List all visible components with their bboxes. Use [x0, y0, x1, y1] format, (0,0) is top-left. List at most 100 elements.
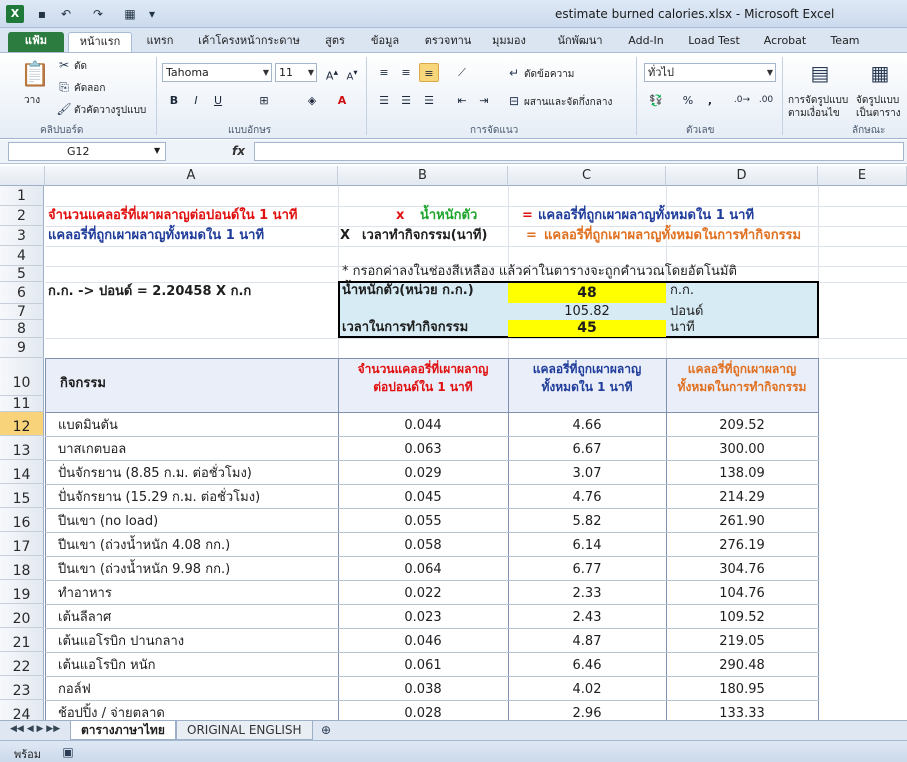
wrap-text-icon[interactable]: ↵ — [506, 65, 522, 81]
tab-home[interactable]: หน้าแรก — [68, 32, 132, 52]
cut-button[interactable]: ตัด — [74, 59, 87, 74]
increase-indent-icon[interactable]: ⇥ — [474, 91, 494, 110]
calories-per-lb[interactable]: 0.023 — [338, 606, 508, 630]
conditional-format-button-line2[interactable]: ตามเงื่อนไข — [788, 106, 840, 121]
activity-name[interactable]: ช้อปปิ้ง / จ่ายตลาด — [58, 702, 338, 720]
format-as-table-icon[interactable]: ▦ — [866, 59, 894, 87]
row-header[interactable]: 6 — [0, 282, 44, 304]
customize-qat-icon[interactable]: ▾ — [144, 6, 160, 22]
calories-per-lb[interactable]: 0.063 — [338, 438, 508, 462]
calories-per-minute[interactable]: 4.76 — [508, 486, 666, 510]
tab-formulas[interactable]: สูตร — [318, 32, 352, 52]
align-right-icon[interactable]: ☰ — [419, 91, 439, 110]
merge-center-icon[interactable]: ⊟ — [506, 93, 522, 109]
save-icon[interactable]: ▪ — [34, 6, 50, 22]
calories-per-lb[interactable]: 0.058 — [338, 534, 508, 558]
align-bottom-icon[interactable]: ≡ — [419, 63, 439, 82]
worksheet-grid[interactable]: A B C D E 1 2 3 4 5 6 7 8 9 10 11 12 13 … — [0, 164, 907, 720]
calories-per-minute[interactable]: 2.43 — [508, 606, 666, 630]
row-header[interactable]: 23 — [0, 676, 44, 700]
calories-total[interactable]: 109.52 — [666, 606, 818, 630]
row-header[interactable]: 9 — [0, 338, 44, 358]
tab-review[interactable]: ตรวจทาน — [420, 32, 476, 52]
row-header[interactable]: 10 — [0, 358, 44, 396]
calories-per-minute[interactable]: 6.46 — [508, 654, 666, 678]
font-name-box[interactable]: Tahoma ▼ — [162, 63, 272, 82]
underline-icon[interactable]: U — [208, 91, 228, 110]
activity-time-input[interactable]: 45 — [508, 320, 666, 337]
calories-per-lb[interactable]: 0.055 — [338, 510, 508, 534]
orientation-icon[interactable]: ⟋ — [452, 63, 472, 82]
calories-per-minute[interactable]: 4.66 — [508, 414, 666, 438]
calories-total[interactable]: 138.09 — [666, 462, 818, 486]
calories-total[interactable]: 304.76 — [666, 558, 818, 582]
calories-total[interactable]: 300.00 — [666, 438, 818, 462]
tab-add-in[interactable]: Add-In — [626, 32, 666, 52]
calories-per-minute[interactable]: 5.82 — [508, 510, 666, 534]
paste-label[interactable]: วาง — [24, 93, 40, 108]
row-header[interactable]: 5 — [0, 266, 44, 282]
activity-name[interactable]: ปีนเขา (no load) — [58, 510, 338, 534]
tab-team[interactable]: Team — [828, 32, 862, 52]
align-center-icon[interactable]: ☰ — [396, 91, 416, 110]
italic-icon[interactable]: I — [186, 91, 206, 110]
decrease-decimal-icon[interactable]: .00 — [756, 91, 776, 110]
font-color-icon[interactable]: A — [332, 91, 352, 110]
row-header[interactable]: 2 — [0, 206, 44, 226]
borders-icon[interactable]: ⊞ — [254, 91, 274, 110]
activity-name[interactable]: แบดมินตัน — [58, 414, 338, 438]
row-header[interactable]: 4 — [0, 246, 44, 266]
sheet-tab-original-english[interactable]: ORIGINAL ENGLISH — [176, 721, 313, 740]
sheet-tab-thai[interactable]: ตารางภาษาไทย — [70, 721, 176, 740]
tab-acrobat[interactable]: Acrobat — [762, 32, 808, 52]
insert-function-icon[interactable]: fx — [232, 144, 245, 158]
column-header-d[interactable]: D — [666, 166, 818, 186]
format-as-table-button-line2[interactable]: เป็นตาราง — [856, 106, 901, 121]
insert-sheet-icon[interactable]: ⊕ — [318, 722, 334, 738]
tab-data[interactable]: ข้อมูล — [364, 32, 406, 52]
column-header-c[interactable]: C — [508, 166, 666, 186]
activity-name[interactable]: บาสเกตบอล — [58, 438, 338, 462]
sheet-nav-icon[interactable]: ◀◀ ◀ ▶ ▶▶ — [10, 724, 60, 734]
tab-developer[interactable]: นักพัฒนา — [554, 32, 606, 52]
calories-per-minute[interactable]: 6.14 — [508, 534, 666, 558]
calories-per-minute[interactable]: 3.07 — [508, 462, 666, 486]
macro-record-icon[interactable]: ▣ — [60, 744, 76, 760]
align-middle-icon[interactable]: ≡ — [396, 63, 416, 82]
row-header[interactable]: 22 — [0, 652, 44, 676]
row-header[interactable]: 16 — [0, 508, 44, 532]
calories-total[interactable]: 276.19 — [666, 534, 818, 558]
increase-decimal-icon[interactable]: .0→ — [732, 91, 752, 110]
copy-button[interactable]: คัดลอก — [74, 81, 105, 96]
row-header[interactable]: 24 — [0, 700, 44, 720]
row-header[interactable]: 19 — [0, 580, 44, 604]
activity-name[interactable]: ปีนเขา (ถ่วงน้ำหนัก 9.98 กก.) — [58, 558, 338, 582]
row-header[interactable]: 13 — [0, 436, 44, 460]
calories-total[interactable]: 180.95 — [666, 678, 818, 702]
calories-per-lb[interactable]: 0.044 — [338, 414, 508, 438]
column-header-a[interactable]: A — [45, 166, 338, 186]
calories-total[interactable]: 219.05 — [666, 630, 818, 654]
row-header[interactable]: 20 — [0, 604, 44, 628]
row-header[interactable]: 7 — [0, 304, 44, 320]
row-header[interactable]: 17 — [0, 532, 44, 556]
calories-per-minute[interactable]: 4.02 — [508, 678, 666, 702]
calories-total[interactable]: 214.29 — [666, 486, 818, 510]
comma-style-icon[interactable]: , — [700, 91, 720, 110]
activity-name[interactable]: ทำอาหาร — [58, 582, 338, 606]
conditional-format-icon[interactable]: ▤ — [806, 59, 834, 87]
body-weight-input[interactable]: 48 — [508, 283, 666, 303]
percent-icon[interactable]: % — [678, 91, 698, 110]
tab-view[interactable]: มุมมอง — [484, 32, 534, 52]
align-top-icon[interactable]: ≡ — [374, 63, 394, 82]
activity-name[interactable]: เต้นแอโรบิก หนัก — [58, 654, 338, 678]
calories-per-minute[interactable]: 6.67 — [508, 438, 666, 462]
row-header[interactable]: 21 — [0, 628, 44, 652]
shrink-font-icon[interactable]: A▾ — [342, 63, 362, 82]
quick-access-icon[interactable]: ▦ — [122, 6, 138, 22]
fill-color-icon[interactable]: ◈ — [302, 91, 322, 110]
activity-name[interactable]: เต้นลีลาศ — [58, 606, 338, 630]
select-all-corner[interactable] — [0, 166, 45, 186]
row-header-selected[interactable]: 12 — [0, 412, 44, 436]
name-box-dropdown-icon[interactable]: ▼ — [154, 146, 160, 155]
